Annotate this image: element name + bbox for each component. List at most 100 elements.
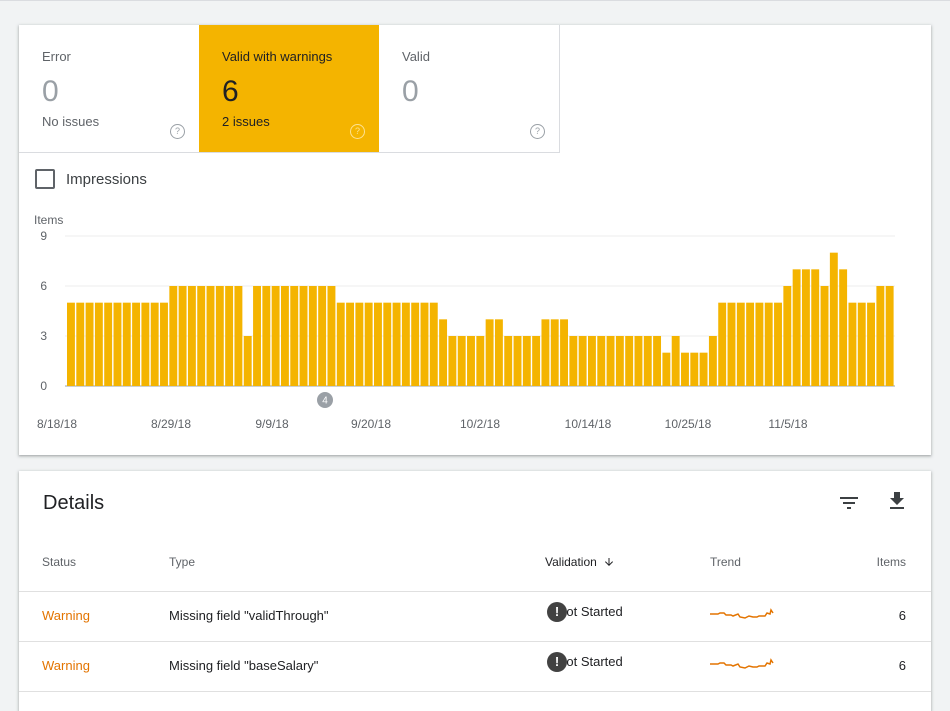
bar [169, 286, 178, 386]
row-items: 6 [898, 658, 906, 673]
bar [504, 336, 513, 386]
bar [643, 336, 652, 386]
bar [476, 336, 485, 386]
bar [467, 336, 475, 386]
bar [513, 336, 522, 386]
tile-valid-with-warnings[interactable]: Valid with warnings 6 2 issues ? [199, 25, 379, 152]
bar [401, 302, 410, 386]
bar [76, 302, 85, 386]
row-type: Missing field "validThrough" [169, 608, 329, 623]
help-icon[interactable]: ? [350, 124, 365, 139]
bar [876, 286, 885, 386]
y-tick-label: 0 [40, 379, 47, 393]
bar [141, 302, 150, 386]
filter-icon[interactable] [837, 491, 861, 515]
bar [206, 286, 215, 386]
bar [243, 336, 252, 386]
bar [522, 336, 531, 386]
bar [374, 302, 382, 386]
row-status: Warning [42, 658, 90, 673]
help-icon[interactable]: ? [170, 124, 185, 139]
bar [746, 302, 755, 386]
bar [690, 352, 699, 386]
tile-warnings-label: Valid with warnings [222, 49, 333, 64]
bar [280, 286, 289, 386]
bar [318, 286, 327, 386]
bar [774, 302, 782, 386]
bar [85, 302, 94, 386]
bar [234, 286, 243, 386]
bar [699, 352, 708, 386]
top-divider [0, 0, 950, 1]
arrow-down-icon [604, 558, 613, 566]
tile-valid[interactable]: Valid 0 ? [379, 25, 559, 152]
tile-error[interactable]: Error 0 No issues ? [19, 25, 199, 152]
table-row[interactable]: Warning Missing field "validThrough" ! N… [19, 592, 931, 642]
bar [457, 336, 466, 386]
bar [867, 302, 875, 386]
bar [532, 336, 541, 386]
bar [392, 302, 401, 386]
items-bar-chart: 9 6 3 0 4 8/18/18 8/29/18 9/9/18 9/20/18 10/2/18 1… [37, 229, 895, 431]
bar [290, 286, 299, 386]
bar [197, 286, 206, 386]
trend-sparkline [709, 654, 775, 679]
bar [606, 336, 615, 386]
table-header: Status Type Validation Trend Items [19, 555, 931, 592]
y-tick-label: 6 [40, 279, 47, 293]
details-card: Details Status Type Validation Trend Ite… [19, 471, 931, 711]
tile-warnings-count: 6 [222, 75, 239, 108]
bar [364, 302, 373, 386]
help-icon[interactable]: ? [530, 124, 545, 139]
column-items[interactable]: Items [877, 555, 906, 569]
trend-sparkline [709, 604, 775, 629]
bar [308, 286, 317, 386]
tile-valid-count: 0 [402, 75, 419, 108]
bar [857, 302, 866, 386]
bar [727, 302, 736, 386]
bar [615, 336, 624, 386]
column-validation[interactable]: Validation [545, 555, 615, 569]
bar [187, 286, 196, 386]
bar [104, 302, 113, 386]
bar [587, 336, 596, 386]
download-icon[interactable] [885, 489, 909, 513]
x-tick-label: 10/2/18 [460, 417, 500, 431]
status-summary-card: Error 0 No issues ? Valid with warnings … [19, 25, 931, 455]
row-items: 6 [898, 608, 906, 623]
bar [718, 302, 727, 386]
details-title: Details [43, 492, 105, 514]
impressions-checkbox[interactable] [35, 169, 55, 189]
bar [485, 319, 494, 386]
row-status: Warning [42, 608, 90, 623]
bar [625, 336, 634, 386]
bar [550, 319, 559, 386]
bar [811, 269, 820, 386]
column-trend[interactable]: Trend [710, 555, 741, 569]
bar [708, 336, 717, 386]
impressions-label: Impressions [66, 170, 147, 188]
exclamation-icon: ! [547, 601, 567, 622]
bar [160, 302, 168, 386]
tile-error-sub: No issues [42, 114, 100, 129]
impressions-toggle[interactable]: Impressions [35, 169, 147, 189]
bar [225, 286, 234, 386]
bar [829, 252, 838, 386]
bar [736, 302, 745, 386]
bar [662, 352, 671, 386]
row-type: Missing field "baseSalary" [169, 658, 319, 673]
bar [848, 302, 857, 386]
column-type[interactable]: Type [169, 555, 195, 569]
table-row[interactable]: Warning Missing field "baseSalary" ! Not… [19, 642, 931, 692]
x-tick-label: 9/9/18 [255, 417, 289, 431]
column-status[interactable]: Status [42, 555, 76, 569]
bar [271, 286, 280, 386]
bar [67, 302, 75, 386]
bar [122, 302, 131, 386]
bar [429, 302, 438, 386]
x-tick-label: 10/25/18 [665, 417, 712, 431]
bar [411, 302, 420, 386]
bar [439, 319, 448, 386]
tile-error-count: 0 [42, 75, 59, 108]
exclamation-icon: ! [547, 651, 567, 672]
